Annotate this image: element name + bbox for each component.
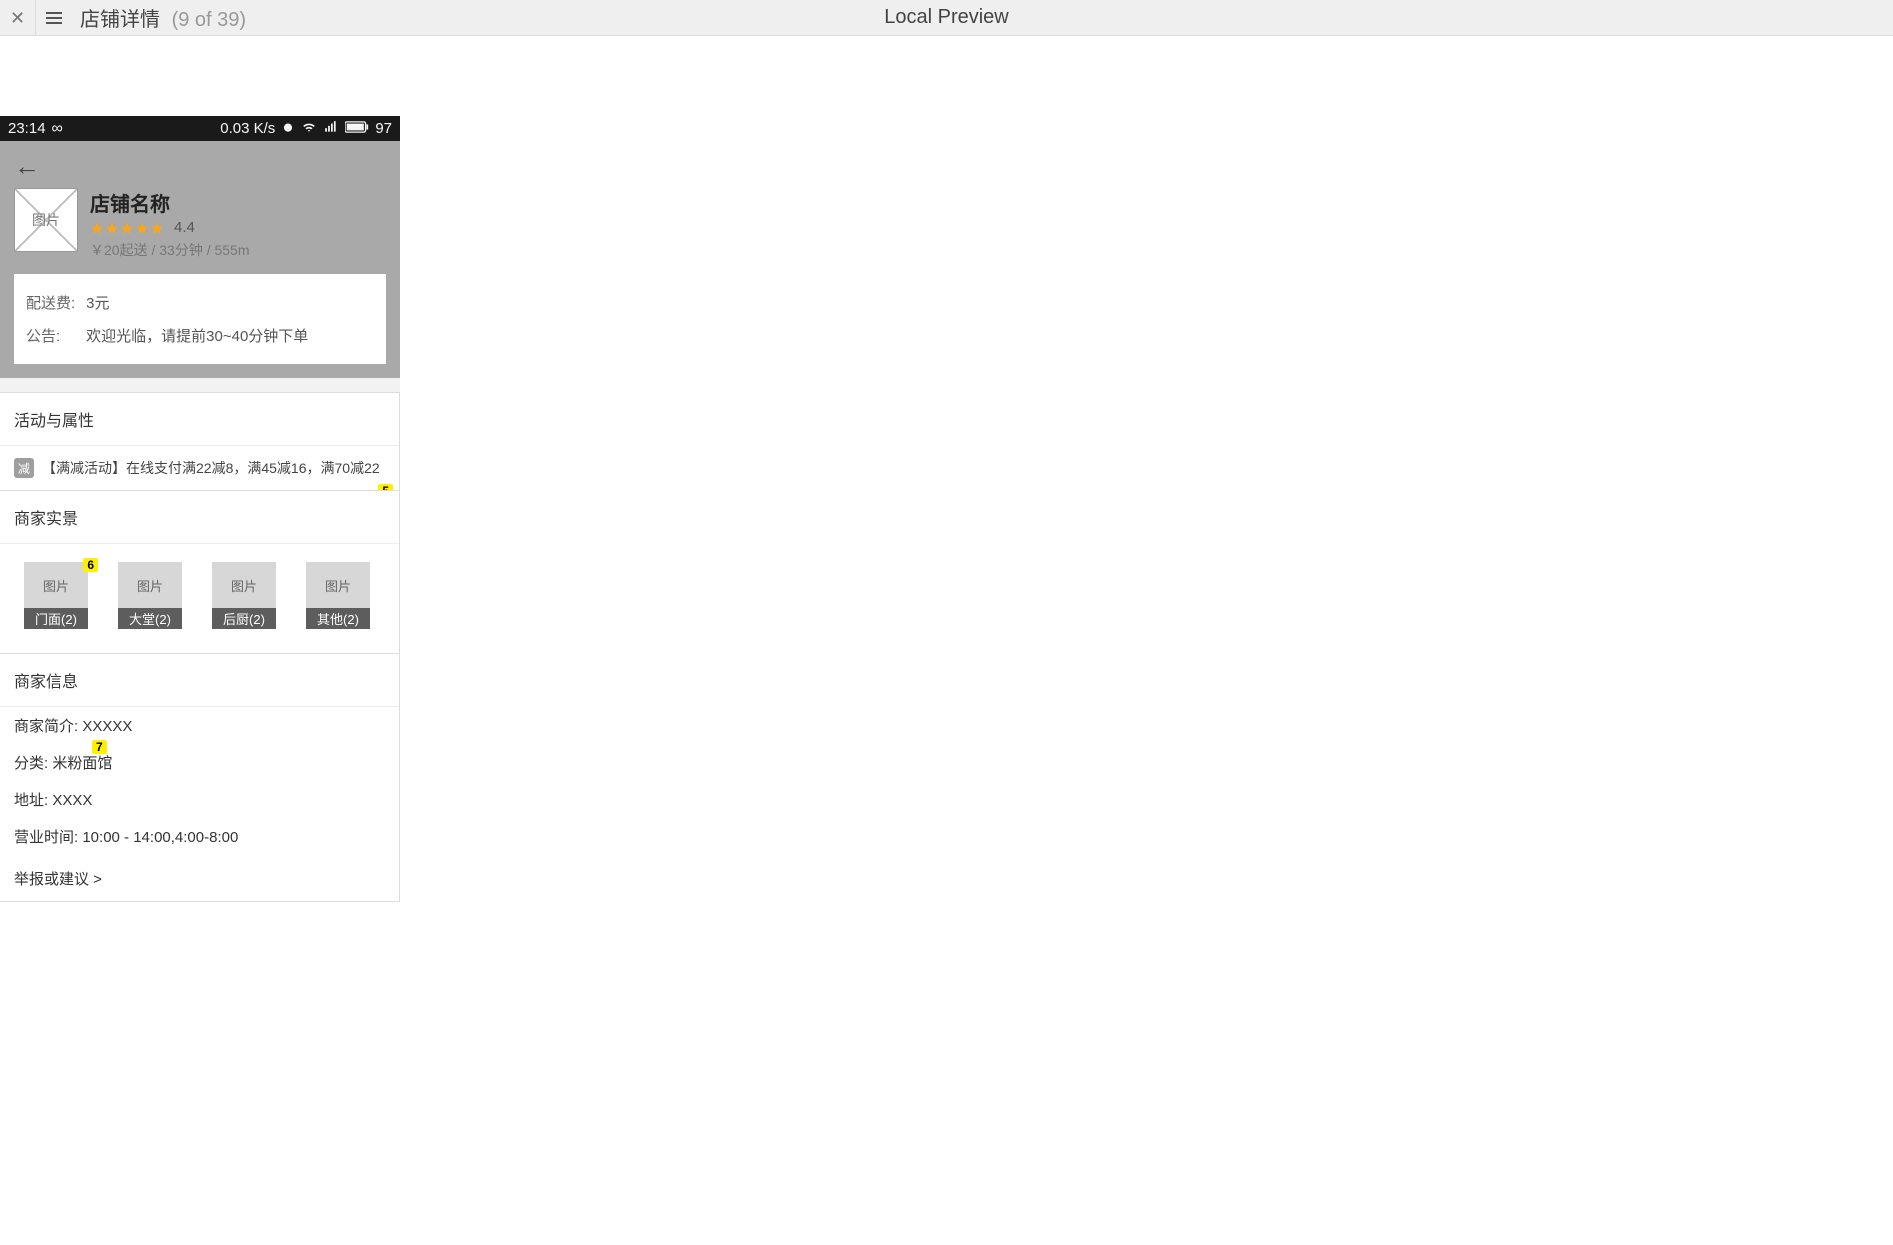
section-promo: 活动与属性 减 【满减活动】在线支付满22减8，满45减16，满70减22 5 xyxy=(0,392,400,491)
promo-row: 减 【满减活动】在线支付满22减8，满45减16，满70减22 xyxy=(14,458,385,478)
section-info: 商家信息 商家简介: XXXXX 分类: 米粉面馆 7 地址: XXXX 营业时… xyxy=(0,653,400,902)
page-title-text: 店铺详情 xyxy=(80,9,160,31)
brief-label: 商家简介: xyxy=(14,718,78,735)
note-7[interactable]: 7 xyxy=(92,740,107,754)
scene-item[interactable]: 图片大堂(2) xyxy=(118,562,182,629)
shop-image-placeholder[interactable]: 图片 xyxy=(14,188,78,252)
delivery-fee-value: 3元 xyxy=(86,295,109,312)
close-icon[interactable]: ✕ xyxy=(0,0,36,36)
shop-image-label: 图片 xyxy=(32,210,60,230)
notice-label: 公告: xyxy=(26,325,82,346)
phone-status-bar: 23:14 ∞ 0.03 K/s 97 xyxy=(0,116,400,141)
scene-image-placeholder: 图片 xyxy=(118,562,182,608)
shop-meta-line: ￥20起送 / 33分钟 / 555m xyxy=(90,240,386,260)
hours-value: 10:00 - 14:00,4:00-8:00 xyxy=(82,829,238,846)
phone-mockup: 23:14 ∞ 0.03 K/s 97 xyxy=(0,116,400,902)
rating-value: 4.4 xyxy=(174,219,195,236)
rating-stars xyxy=(90,221,164,235)
info-title: 商家信息 xyxy=(0,654,399,707)
preview-label: Local Preview xyxy=(884,6,1009,29)
scene-image-placeholder: 图片 xyxy=(212,562,276,608)
alarm-icon xyxy=(281,120,295,138)
signal-icon xyxy=(323,120,339,138)
shop-header: ← 图片 店铺名称 4.4 xyxy=(0,141,400,378)
category-value: 米粉面馆 xyxy=(52,755,112,772)
topbar-title: 店铺详情 (9 of 39) xyxy=(80,3,246,32)
note-6[interactable]: 6 xyxy=(83,558,98,572)
scene-item[interactable]: 图片门面(2)6 xyxy=(24,562,88,629)
shop-info-box: 配送费: 3元 公告: 欢迎光临，请提前30~40分钟下单 xyxy=(14,274,386,364)
notice-value: 欢迎光临，请提前30~40分钟下单 xyxy=(86,328,308,345)
wifi-icon xyxy=(301,120,317,138)
scenes-title: 商家实景 xyxy=(0,491,399,544)
status-battery-value: 97 xyxy=(375,120,392,137)
status-speed: 0.03 K/s xyxy=(220,120,275,137)
promo-text: 【满减活动】在线支付满22减8，满45减16，满70减22 xyxy=(42,458,380,478)
page-index: (9 of 39) xyxy=(172,9,246,31)
menu-icon[interactable] xyxy=(36,12,72,24)
section-gap xyxy=(0,378,400,392)
section-scenes: 商家实景 图片门面(2)6图片大堂(2)图片后厨(2)图片其他(2) xyxy=(0,490,400,654)
status-time: 23:14 xyxy=(8,120,46,137)
scene-caption: 后厨(2) xyxy=(212,608,276,629)
scene-image-placeholder: 图片 xyxy=(306,562,370,608)
infinity-icon: ∞ xyxy=(52,120,63,138)
canvas: 23:14 ∞ 0.03 K/s 97 xyxy=(0,36,1893,902)
scene-caption: 大堂(2) xyxy=(118,608,182,629)
category-label: 分类: xyxy=(14,755,48,772)
brief-value: XXXXX xyxy=(82,718,132,735)
shop-name: 店铺名称 xyxy=(90,188,386,217)
address-value: XXXX xyxy=(52,792,92,809)
address-label: 地址: xyxy=(14,792,48,809)
scene-item[interactable]: 图片其他(2) xyxy=(306,562,370,629)
app-topbar: ✕ 店铺详情 (9 of 39) Local Preview xyxy=(0,0,1893,36)
back-arrow-icon[interactable]: ← xyxy=(14,151,40,182)
scene-image-placeholder: 图片 xyxy=(24,562,88,608)
scene-caption: 其他(2) xyxy=(306,608,370,629)
report-link[interactable]: 举报或建议 > xyxy=(0,855,399,901)
discount-badge: 减 xyxy=(14,458,34,478)
hours-label: 营业时间: xyxy=(14,829,78,846)
promo-title: 活动与属性 xyxy=(0,393,399,446)
scene-item[interactable]: 图片后厨(2) xyxy=(212,562,276,629)
delivery-fee-label: 配送费: xyxy=(26,292,82,313)
scene-caption: 门面(2) xyxy=(24,608,88,629)
battery-icon xyxy=(345,120,369,138)
